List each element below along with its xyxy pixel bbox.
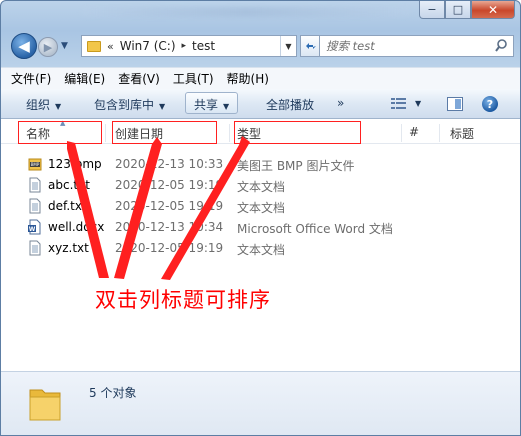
maximize-button[interactable]: □ — [445, 1, 471, 19]
folder-icon — [87, 40, 101, 52]
file-row[interactable]: xyz.txt 2020-12-05 19:19 文本文档 — [1, 238, 520, 259]
item-count: 5 个对象 — [89, 386, 137, 400]
include-library-label: 包含到库中 — [94, 98, 155, 112]
file-date: 2020-12-05 19:19 — [115, 178, 224, 192]
file-name: well.docx — [48, 220, 105, 234]
svg-text:W: W — [29, 226, 36, 233]
blurred-title — [81, 7, 411, 17]
file-type: 文本文档 — [237, 201, 286, 215]
dropdown-arrow-icon: ▼ — [159, 102, 166, 111]
minimize-button[interactable]: − — [419, 1, 445, 19]
column-header-title[interactable]: 标题 — [450, 125, 474, 142]
breadcrumb-segment[interactable]: test — [192, 39, 215, 53]
annotation-caption: 双击列标题可排序 — [95, 288, 271, 312]
file-type: Microsoft Office Word 文档 — [237, 222, 393, 236]
file-type: 美图王 BMP 图片文件 — [237, 159, 355, 173]
details-pane: 5 个对象 — [1, 371, 520, 435]
organize-label: 组织 — [26, 98, 51, 112]
organize-button[interactable]: 组织 ▼ — [26, 96, 61, 113]
file-name: xyz.txt — [48, 241, 89, 255]
file-name: abc.txt — [48, 178, 90, 192]
menu-help[interactable]: 帮助(H) — [227, 70, 269, 87]
large-folder-icon — [29, 389, 61, 421]
change-view-icon[interactable] — [391, 98, 407, 110]
slideshow-button[interactable]: 全部播放 — [266, 96, 314, 113]
share-label: 共享 — [194, 98, 219, 112]
bmp-file-icon: BMP — [28, 158, 42, 171]
breadcrumb-segment[interactable]: Win7 (C:) — [120, 39, 176, 53]
close-button[interactable]: ✕ — [471, 1, 515, 19]
forward-button[interactable]: ▶ — [38, 37, 58, 57]
breadcrumb-separator[interactable]: ▸ — [182, 41, 187, 51]
highlight-box-name — [18, 121, 102, 144]
menu-edit[interactable]: 编辑(E) — [64, 70, 105, 87]
address-bar[interactable]: « Win7 (C:) ▸ test ▼ — [81, 35, 297, 57]
refresh-icon — [306, 43, 316, 49]
svg-text:BMP: BMP — [31, 162, 40, 167]
file-row[interactable]: W well.docx 2020-12-13 10:34 Microsoft O… — [1, 217, 520, 238]
history-dropdown-icon[interactable]: ▼ — [61, 41, 68, 51]
file-name: 123.bmp — [48, 157, 102, 171]
explorer-window: − □ ✕ ◀ ▶ ▼ « Win7 (C:) ▸ test ▼ 搜索 test… — [0, 0, 521, 436]
help-icon[interactable]: ? — [482, 96, 498, 112]
file-list: 名称 ▲ 创建日期 类型 # 标题 BMP 123.bmp 2020-12-13… — [1, 119, 520, 371]
file-name: def.txt — [48, 199, 87, 213]
text-file-icon — [29, 177, 41, 193]
menu-tools[interactable]: 工具(T) — [173, 70, 214, 87]
command-bar: 组织 ▼ 包含到库中 ▼ 共享 ▼ 全部播放 » ▼ ? — [1, 89, 520, 119]
file-row[interactable]: abc.txt 2020-12-05 19:19 文本文档 — [1, 175, 520, 196]
file-date: 2020-12-13 10:33 — [115, 157, 224, 171]
file-type: 文本文档 — [237, 180, 286, 194]
navigation-row: ◀ ▶ ▼ « Win7 (C:) ▸ test ▼ — [9, 31, 514, 61]
highlight-box-type — [234, 121, 361, 144]
dropdown-arrow-icon: ▼ — [223, 102, 230, 111]
file-date: 2020-12-13 10:34 — [115, 220, 224, 234]
text-file-icon — [29, 198, 41, 214]
highlight-box-date — [112, 121, 217, 144]
view-dropdown-icon[interactable]: ▼ — [415, 99, 421, 108]
include-library-button[interactable]: 包含到库中 ▼ — [94, 96, 165, 113]
word-file-icon: W — [28, 219, 41, 235]
menu-bar: 文件(F) 编辑(E) 查看(V) 工具(T) 帮助(H) — [1, 67, 520, 89]
file-row[interactable]: def.txt 2020-12-05 19:19 文本文档 — [1, 196, 520, 217]
share-button[interactable]: 共享 ▼ — [185, 92, 239, 114]
title-bar[interactable]: − □ ✕ — [1, 1, 520, 27]
window-controls: − □ ✕ — [419, 1, 515, 19]
search-icon — [495, 39, 507, 52]
file-row[interactable]: BMP 123.bmp 2020-12-13 10:33 美图王 BMP 图片文… — [1, 154, 520, 175]
address-dropdown-icon[interactable]: ▼ — [280, 36, 296, 56]
column-header-number[interactable]: # — [409, 125, 419, 139]
file-type: 文本文档 — [237, 243, 286, 257]
search-box[interactable] — [319, 35, 514, 57]
address-overflow-chevron[interactable]: « — [107, 40, 114, 53]
search-input[interactable] — [326, 39, 491, 53]
text-file-icon — [29, 240, 41, 256]
menu-view[interactable]: 查看(V) — [118, 70, 160, 87]
dropdown-arrow-icon: ▼ — [55, 102, 62, 111]
preview-pane-icon[interactable] — [447, 97, 463, 111]
more-commands-button[interactable]: » — [337, 96, 344, 110]
file-date: 2020-12-05 19:19 — [115, 241, 224, 255]
back-button[interactable]: ◀ — [11, 33, 37, 59]
menu-file[interactable]: 文件(F) — [11, 70, 51, 87]
file-date: 2020-12-05 19:19 — [115, 199, 224, 213]
